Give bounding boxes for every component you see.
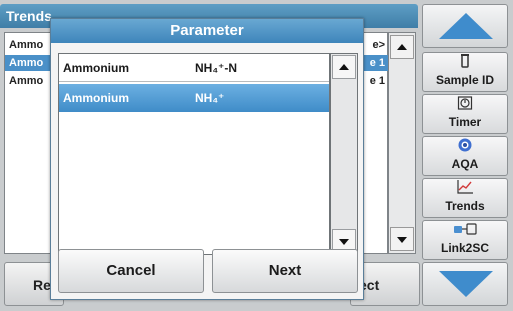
trends-label: Trends	[445, 199, 485, 213]
timer-label: Timer	[448, 115, 482, 129]
trends-button[interactable]: Trends	[422, 178, 508, 218]
link2sc-icon	[423, 221, 507, 241]
link2sc-label: Link2SC	[440, 241, 489, 255]
next-button[interactable]: Next	[212, 249, 358, 293]
background-row-value: e>	[372, 39, 385, 51]
aqa-label: AQA	[451, 157, 479, 171]
background-row-name: Ammo	[9, 57, 44, 69]
timer-icon	[423, 95, 507, 115]
background-row-name: Ammo	[9, 39, 44, 51]
parameter-formula: NH₄⁺-N	[195, 61, 238, 75]
parameter-list-scrollbar[interactable]	[330, 53, 358, 255]
parameter-dialog: Parameter Ammonium NH₄⁺-N Ammonium NH₄⁺ …	[50, 18, 364, 300]
background-scrollbar[interactable]	[388, 32, 416, 254]
sidebar-scroll-down-button[interactable]	[422, 262, 508, 306]
timer-button[interactable]: Timer	[422, 94, 508, 134]
arrow-up-icon	[397, 44, 407, 50]
arrow-down-icon	[439, 271, 493, 297]
parameter-scroll-up-button[interactable]	[332, 55, 356, 79]
dialog-title: Parameter	[51, 19, 363, 43]
parameter-list-header-row[interactable]: Ammonium NH₄⁺-N	[59, 54, 329, 82]
trends-icon	[423, 179, 507, 199]
arrow-up-icon	[339, 64, 349, 70]
parameter-row-selected[interactable]: Ammonium NH₄⁺	[59, 84, 329, 112]
screen: Trends Ammo e> Ammo e 1 Ammo e 1 Re ect …	[0, 0, 513, 311]
parameter-list: Ammonium NH₄⁺-N Ammonium NH₄⁺	[58, 53, 330, 255]
background-row-value: e 1	[369, 75, 385, 87]
background-scroll-up-button[interactable]	[390, 35, 414, 59]
arrow-down-icon	[339, 239, 349, 245]
parameter-formula: NH₄⁺	[195, 91, 225, 105]
aqa-icon	[423, 137, 507, 157]
sample-id-button[interactable]: Sample ID	[422, 52, 508, 92]
sidebar-scroll-up-button[interactable]	[422, 4, 508, 48]
background-scroll-down-button[interactable]	[390, 227, 414, 251]
background-row-value: e 1	[369, 57, 385, 69]
arrow-down-icon	[397, 237, 407, 243]
parameter-name: Ammonium	[63, 61, 129, 75]
aqa-button[interactable]: AQA	[422, 136, 508, 176]
sidebar: Sample ID Timer AQA Trends Link2SC	[420, 4, 510, 308]
vial-icon	[423, 53, 507, 73]
parameter-name: Ammonium	[63, 91, 129, 105]
sample-id-label: Sample ID	[435, 73, 495, 87]
background-row-name: Ammo	[9, 75, 44, 87]
link2sc-button[interactable]: Link2SC	[422, 220, 508, 260]
arrow-up-icon	[439, 13, 493, 39]
cancel-button[interactable]: Cancel	[58, 249, 204, 293]
